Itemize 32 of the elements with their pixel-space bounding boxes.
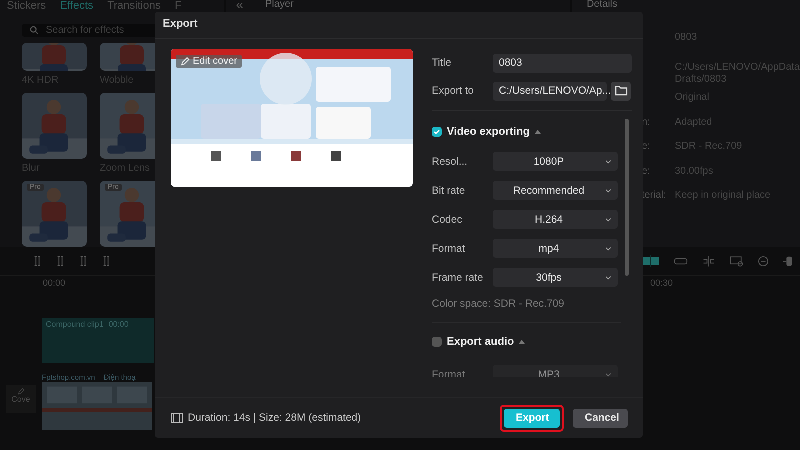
dropdown[interactable]: 1080P bbox=[493, 152, 618, 171]
export-summary: Duration: 14s | Size: 28M (estimated) bbox=[188, 412, 362, 424]
setting-label: Codec bbox=[432, 214, 464, 226]
panel-title: Details bbox=[586, 0, 619, 12]
setting-label: Bit rate bbox=[432, 184, 466, 196]
tab[interactable]: Transitions bbox=[108, 0, 161, 12]
dropdown[interactable]: H.264 bbox=[493, 210, 618, 229]
dropdown[interactable]: Recommended bbox=[493, 181, 618, 200]
dialog-title: Export bbox=[155, 12, 643, 39]
compound-clip[interactable]: Compound clip1 00:00 bbox=[42, 318, 154, 363]
time-label: 00:00 bbox=[43, 278, 66, 290]
edit-cover-button[interactable]: Edit cover bbox=[176, 55, 242, 68]
setting-label: Frame rate bbox=[432, 272, 484, 284]
tab[interactable]: Effects bbox=[60, 0, 94, 12]
dropdown[interactable]: mp4 bbox=[493, 239, 618, 258]
field-label: Export to bbox=[432, 85, 476, 97]
collapse-icon[interactable]: « bbox=[236, 0, 244, 11]
cancel-button[interactable]: Cancel bbox=[573, 408, 628, 428]
title-field[interactable]: 0803 bbox=[493, 54, 632, 72]
dropdown[interactable]: 30fps bbox=[493, 268, 618, 287]
time-label: 00:30 bbox=[650, 278, 673, 290]
section-title: Video exporting bbox=[447, 126, 530, 138]
detail-label: terial: bbox=[642, 190, 666, 202]
field-label: Title bbox=[432, 57, 452, 69]
tab[interactable]: Stickers bbox=[7, 0, 46, 12]
tab[interactable]: F bbox=[174, 0, 182, 12]
panel-title: Player bbox=[265, 0, 294, 11]
color-space-note: Color space: SDR - Rec.709 bbox=[432, 297, 566, 312]
export-button[interactable]: Export bbox=[504, 408, 560, 428]
section-title: Export audio bbox=[447, 336, 514, 348]
setting-label: Resol... bbox=[432, 156, 469, 168]
setting-label: Format bbox=[432, 242, 466, 254]
